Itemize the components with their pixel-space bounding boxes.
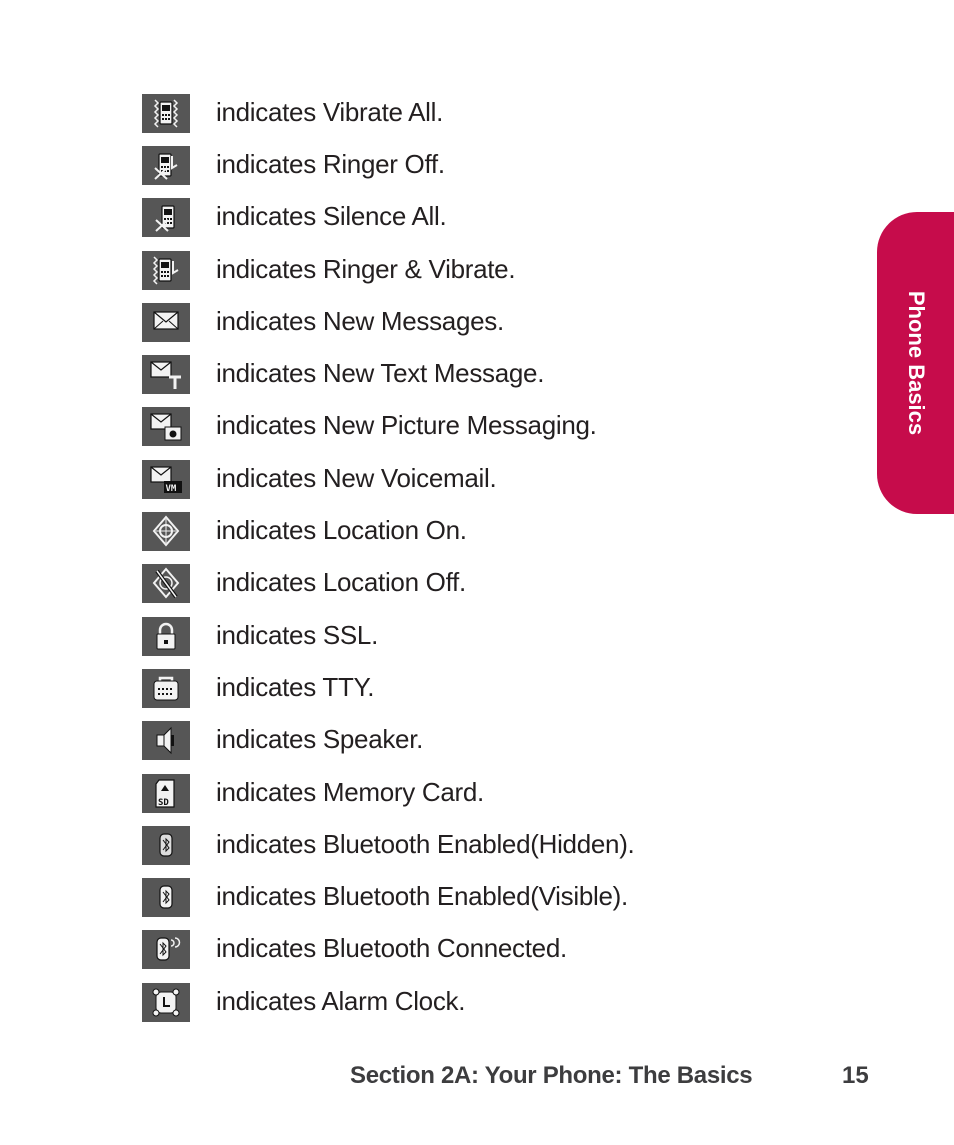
- legend-row: indicates TTY.: [142, 668, 374, 708]
- legend-row: indicates Ringer Off.: [142, 145, 445, 185]
- legend-description: indicates Vibrate All.: [216, 97, 444, 127]
- legend-row: indicates Bluetooth Enabled(Hidden).: [142, 825, 635, 865]
- legend-row: indicates Speaker.: [142, 720, 423, 760]
- bluetooth-connected-icon: [142, 929, 190, 969]
- svg-text:SD: SD: [158, 798, 169, 808]
- speaker-icon: [142, 720, 190, 760]
- tty-icon: [142, 668, 190, 708]
- legend-row: indicates Bluetooth Connected.: [142, 929, 567, 969]
- legend-description: indicates Bluetooth Connected.: [216, 933, 567, 963]
- new-picture-messaging-icon: [142, 406, 190, 446]
- legend-row: indicates Vibrate All.: [142, 93, 443, 133]
- ssl-lock-icon: [142, 616, 190, 656]
- legend-row: indicates Location On.: [142, 511, 467, 551]
- page-number: 15: [842, 1062, 869, 1089]
- legend-row: indicates Location Off.: [142, 563, 466, 603]
- section-side-tab: Phone Basics: [877, 212, 954, 514]
- new-messages-icon: [142, 302, 190, 342]
- legend-row: VM indicates New Voicemail.: [142, 459, 497, 499]
- bluetooth-visible-icon: [142, 877, 190, 917]
- legend-row: SD indicates Memory Card.: [142, 773, 484, 813]
- ringer-vibrate-icon: [142, 250, 190, 290]
- legend-description: indicates Location Off.: [216, 567, 466, 597]
- legend-description: indicates Location On.: [216, 515, 467, 545]
- legend-description: indicates Memory Card.: [216, 777, 484, 807]
- legend-row: indicates Bluetooth Enabled(Visible).: [142, 877, 628, 917]
- legend-description: indicates Bluetooth Enabled(Visible).: [216, 881, 628, 911]
- legend-description: indicates Silence All.: [216, 201, 447, 231]
- silence-all-icon: [142, 197, 190, 237]
- ringer-off-icon: [142, 145, 190, 185]
- legend-description: indicates TTY.: [216, 672, 375, 702]
- new-text-message-icon: [142, 354, 190, 394]
- legend-description: indicates New Text Message.: [216, 358, 545, 388]
- legend-description: indicates Ringer Off.: [216, 149, 445, 179]
- legend-row: indicates Silence All.: [142, 197, 447, 237]
- new-voicemail-icon: VM: [142, 459, 190, 499]
- legend-description: indicates SSL.: [216, 620, 379, 650]
- bluetooth-hidden-icon: [142, 825, 190, 865]
- legend-description: indicates Ringer & Vibrate.: [216, 254, 516, 284]
- legend-description: indicates New Picture Messaging.: [216, 410, 597, 440]
- svg-text:VM: VM: [166, 484, 177, 494]
- legend-row: indicates New Picture Messaging.: [142, 406, 597, 446]
- legend-description: indicates Bluetooth Enabled(Hidden).: [216, 829, 635, 859]
- location-on-icon: [142, 511, 190, 551]
- side-tab-label: Phone Basics: [904, 290, 929, 436]
- legend-description: indicates Alarm Clock.: [216, 986, 466, 1016]
- legend-row: indicates Ringer & Vibrate.: [142, 250, 516, 290]
- location-off-icon: [142, 563, 190, 603]
- alarm-clock-icon: [142, 982, 190, 1022]
- memory-card-icon: SD: [142, 773, 190, 813]
- legend-row: indicates Alarm Clock.: [142, 982, 465, 1022]
- footer-section-title: Section 2A: Your Phone: The Basics: [350, 1062, 753, 1089]
- legend-row: indicates New Messages.: [142, 302, 504, 342]
- vibrate-all-icon: [142, 93, 190, 133]
- legend-description: indicates Speaker.: [216, 724, 424, 754]
- legend-description: indicates New Voicemail.: [216, 463, 497, 493]
- legend-description: indicates New Messages.: [216, 306, 504, 336]
- legend-row: indicates New Text Message.: [142, 354, 544, 394]
- legend-row: indicates SSL.: [142, 616, 378, 656]
